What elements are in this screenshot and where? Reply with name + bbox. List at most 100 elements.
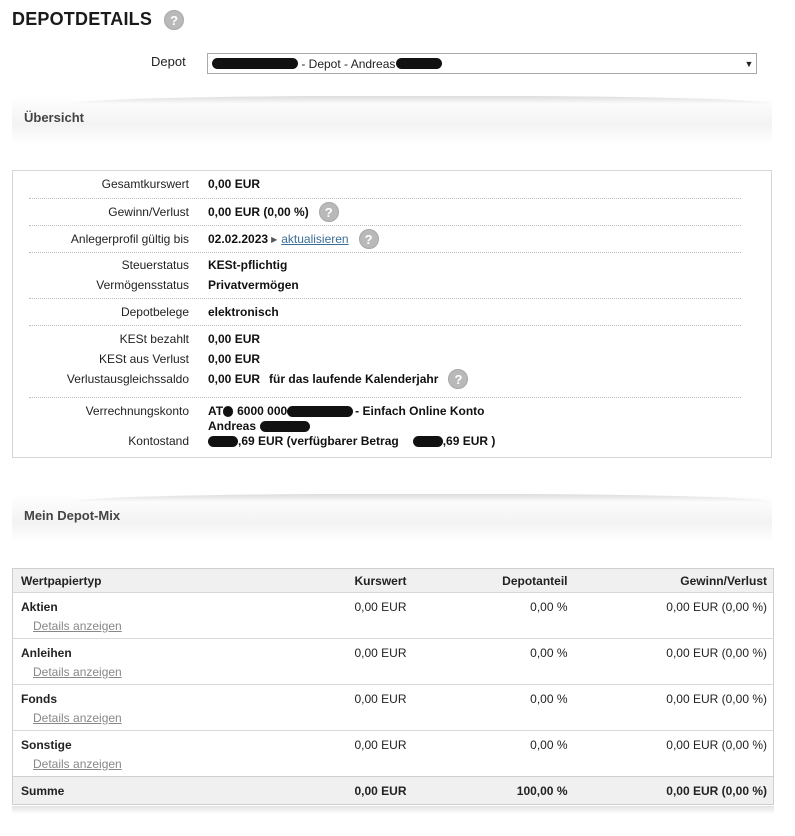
cell-kurswert: 0,00 EUR [354,600,407,614]
row-value: ,69 EUR (verfügbarer Betrag ,69 EUR ) [208,434,495,448]
row-label: Kontostand [128,434,189,448]
depot-mix-table: Wertpapiertyp Kurswert Depotanteil Gewin… [12,568,774,805]
cell-gewinn: 0,00 EUR (0,00 %) [567,730,774,777]
row-label: Verlustausgleichssaldo [66,372,189,386]
sum-gewinn: 0,00 EUR (0,00 %) [567,776,774,805]
divider [29,252,741,253]
overview-row: Kontostand ,69 EUR (verfügbarer Betrag ,6… [13,434,753,448]
overview-row: KESt aus Verlust 0,00 EUR [13,352,753,366]
row-value: 0,00 EUR für das laufende Kalenderjahr ? [208,369,469,389]
details-link[interactable]: Details anzeigen [33,665,263,679]
divider [29,325,741,326]
depot-mix-section-header: Mein Depot-Mix [12,494,772,542]
cell-kurswert: 0,00 EUR [262,684,407,731]
divider [29,298,741,299]
overview-row: Vermögensstatus Privatvermögen [13,278,753,292]
depot-label: Depot [151,54,186,69]
cell-depotanteil: 0,00 % [406,638,568,685]
row-value: Andreas [208,419,311,433]
row-label: Gewinn/Verlust [108,205,189,219]
row-value: Privatvermögen [208,278,299,292]
redacted-text [212,57,298,69]
table-row: Anleihen Details anzeigen 0,00 EUR 0,00 %… [12,638,774,685]
overview-section-header: Übersicht [12,96,772,144]
row-label: KESt bezahlt [119,332,189,346]
overview-row: Verrechnungskonto AT 6000 000 - Einfach … [13,404,753,418]
overview-row: Gewinn/Verlust 0,00 EUR (0,00 %) ? [13,201,753,223]
question-icon[interactable]: ? [358,229,379,249]
column-header: Wertpapiertyp [12,568,263,593]
details-link[interactable]: Details anzeigen [33,619,263,633]
depot-mix-title: Mein Depot-Mix [24,508,121,523]
divider [29,225,741,226]
row-value: 0,00 EUR [208,332,261,346]
sum-row: Summe 0,00 EUR 100,00 % 0,00 EUR (0,00 %… [12,776,774,805]
column-header: Depotanteil [406,568,568,593]
table-row: Aktien Details anzeigen 0,00 EUR 0,00 % 0… [13,593,774,639]
redacted-text [208,435,238,447]
redacted-text [396,57,443,69]
aktualisieren-link[interactable]: aktualisieren [281,232,348,246]
question-icon[interactable]: ? [164,10,185,30]
divider [12,806,774,814]
overview-row: Gesamtkurswert 0,00 EUR [13,177,753,191]
sum-depotanteil: 100,00 % [406,776,568,805]
row-value: elektronisch [208,305,279,319]
table-row: Fonds Details anzeigen 0,00 EUR 0,00 % 0,… [12,684,774,731]
cell-depotanteil: 0,00 % [530,600,568,614]
page-header: DEPOTDETAILS ? [12,8,185,30]
question-icon[interactable]: ? [318,202,339,222]
cell-gewinn: 0,00 EUR (0,00 %) [666,600,767,614]
sum-label: Summe [12,776,263,805]
row-name: Sonstige [21,738,72,752]
cell-gewinn: 0,00 EUR (0,00 %) [567,638,774,685]
cell-depotanteil: 0,00 % [406,730,568,777]
overview-row: Depotbelege elektronisch [13,305,753,319]
redacted-text [223,405,234,417]
row-name: Aktien [21,600,58,614]
overview-row: KESt bezahlt 0,00 EUR [13,332,753,346]
depot-select[interactable]: - Depot - Andreas ▼ [207,53,757,74]
sum-kurswert: 0,00 EUR [262,776,407,805]
table-header-row: Wertpapiertyp Kurswert Depotanteil Gewin… [12,568,774,593]
overview-panel: Gesamtkurswert 0,00 EUR Gewinn/Verlust 0… [12,170,772,458]
row-label: Vermögensstatus [96,278,189,292]
overview-row: Verlustausgleichssaldo 0,00 EUR für das … [13,368,753,390]
column-header: Kurswert [262,568,407,593]
row-name: Anleihen [21,646,72,660]
table-row: Sonstige Details anzeigen 0,00 EUR 0,00 %… [12,730,774,777]
divider [29,198,741,199]
question-icon[interactable]: ? [448,369,469,389]
details-link[interactable]: Details anzeigen [33,711,263,725]
row-value: 02.02.2023 ▶ aktualisieren ? [208,229,379,249]
row-label: Verrechnungskonto [85,404,189,418]
row-label: Anlegerprofil gültig bis [70,232,189,246]
row-value: AT 6000 000 - Einfach Online Konto [208,404,485,418]
overview-title: Übersicht [24,110,84,125]
row-label: Depotbelege [120,305,189,319]
row-value: 0,00 EUR [208,352,261,366]
row-value: KESt-pflichtig [208,258,288,272]
row-label: KESt aus Verlust [98,352,189,366]
row-label: Steuerstatus [121,258,189,272]
depot-select-value: - Depot - Andreas [212,57,742,71]
redacted-text [287,405,354,417]
row-value: 0,00 EUR [208,177,261,191]
cell-depotanteil: 0,00 % [406,684,568,731]
row-name: Fonds [21,692,57,706]
cell-kurswert: 0,00 EUR [262,730,407,777]
redacted-text [260,420,311,432]
overview-row: Andreas [13,419,753,433]
row-value: 0,00 EUR (0,00 %) ? [208,202,339,222]
column-header: Gewinn/Verlust [567,568,774,593]
page-title: DEPOTDETAILS [12,8,153,29]
triangle-down-icon: ▼ [744,58,754,69]
overview-row: Steuerstatus KESt-pflichtig [13,258,753,272]
cell-kurswert: 0,00 EUR [262,638,407,685]
row-label: Gesamtkurswert [101,177,189,191]
overview-row: Anlegerprofil gültig bis 02.02.2023 ▶ ak… [13,228,753,250]
divider [29,397,741,398]
cell-gewinn: 0,00 EUR (0,00 %) [567,684,774,731]
redacted-text [412,435,443,447]
details-link[interactable]: Details anzeigen [33,757,263,771]
